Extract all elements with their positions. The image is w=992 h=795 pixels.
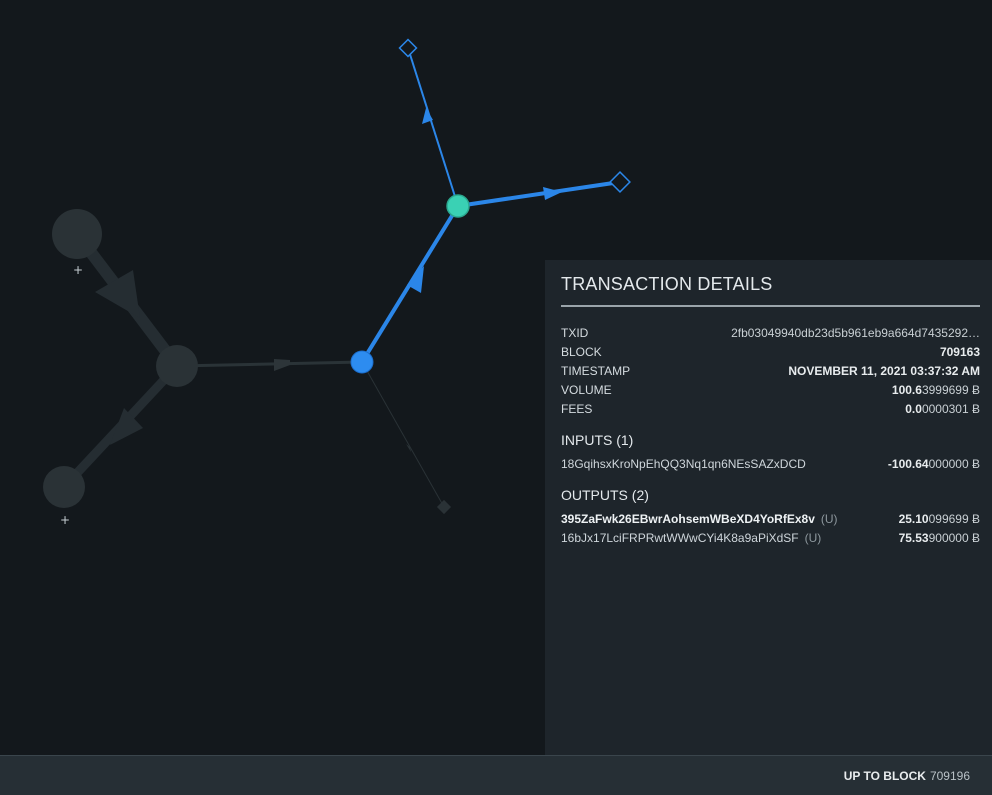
field-volume: VOLUME 100.63999699 Ƀ: [561, 380, 980, 399]
output-diamond-right[interactable]: [609, 171, 631, 193]
field-label: BLOCK: [561, 344, 602, 359]
edge-teal-to-top: [407, 47, 459, 207]
expand-icon-bottom[interactable]: +: [60, 513, 70, 527]
output-amount: 25.10099699 Ƀ: [899, 512, 980, 526]
input-amount-minor: 000000 Ƀ: [928, 456, 980, 471]
input-node-top[interactable]: [52, 209, 102, 259]
field-label: TXID: [561, 325, 589, 340]
field-label: TIMESTAMP: [561, 363, 631, 378]
field-label: VOLUME: [561, 382, 612, 397]
output-amount-minor: 900000 Ƀ: [928, 530, 980, 545]
output-diamond-grey[interactable]: [436, 499, 452, 515]
field-timestamp: TIMESTAMP NOVEMBER 11, 2021 03:37:32 AM: [561, 361, 980, 380]
block-value[interactable]: 709163: [940, 345, 980, 359]
output-row: 395ZaFwk26EBwrAohsemWBeXD4YoRfEx8v (U) 25…: [561, 509, 980, 528]
inputs-heading: INPUTS (1): [561, 432, 634, 448]
inactive-edges: [60, 230, 445, 508]
arrow-blue-to-teal: [407, 266, 424, 293]
block-height-label: UP TO BLOCK: [843, 768, 926, 783]
txid-value[interactable]: 2fb03049940db23d5b961eb9a664d7435292…: [731, 326, 980, 340]
fees-value: 0.00000301 Ƀ: [905, 402, 980, 416]
output-amount: 75.53900000 Ƀ: [899, 531, 980, 545]
tx-node-teal[interactable]: [446, 194, 470, 218]
output-amount-minor: 099699 Ƀ: [928, 511, 980, 526]
field-list: TXID 2fb03049940db23d5b961eb9a664d743529…: [561, 323, 980, 418]
input-address[interactable]: 18GqihsxKroNpEhQQ3Nq1qn6NEsSAZxDCD: [561, 457, 806, 471]
tx-node-grey[interactable]: [156, 345, 198, 387]
unspent-tag: (U): [820, 511, 838, 526]
timestamp-value: NOVEMBER 11, 2021 03:37:32 AM: [788, 363, 980, 378]
output-address-group: 395ZaFwk26EBwrAohsemWBeXD4YoRfEx8v (U): [561, 512, 838, 526]
input-amount-major: -100.64: [887, 456, 929, 471]
tx-node-selected[interactable]: [350, 350, 374, 374]
outputs-heading: OUTPUTS (2): [561, 487, 649, 503]
output-row: 16bJx17LciFRPRwtWWwCYi4K8a9aPiXdSF (U) 75…: [561, 528, 980, 547]
output-node-bottom[interactable]: [43, 466, 85, 508]
arrow-grey-to-blue: [274, 359, 290, 371]
field-txid: TXID 2fb03049940db23d5b961eb9a664d743529…: [561, 323, 980, 342]
arrow-teal-to-right: [543, 187, 562, 200]
output-amount-major: 25.10: [898, 511, 929, 526]
volume-value-minor: 3999699 Ƀ: [921, 382, 980, 397]
unspent-tag: (U): [804, 530, 822, 545]
input-amount: -100.64000000 Ƀ: [888, 457, 980, 471]
output-amount-major: 75.53: [898, 530, 929, 545]
volume-value-major: 100.6: [891, 382, 922, 397]
output-diamond-top[interactable]: [398, 38, 418, 58]
block-height-value: 709196: [929, 768, 970, 783]
fees-value-major: 0.0: [905, 401, 922, 416]
field-fees: FEES 0.00000301 Ƀ: [561, 399, 980, 418]
input-row: 18GqihsxKroNpEhQQ3Nq1qn6NEsSAZxDCD -100.…: [561, 454, 980, 473]
output-address[interactable]: 395ZaFwk26EBwrAohsemWBeXD4YoRfEx8v: [561, 512, 815, 526]
transaction-details-panel: TRANSACTION DETAILS TXID 2fb03049940db23…: [545, 260, 992, 755]
status-bar: UP TO BLOCK 709196: [0, 755, 992, 795]
arrow-input-top: [95, 270, 140, 318]
edge-teal-to-right: [457, 180, 621, 208]
fees-value-minor: 0000301 Ƀ: [921, 401, 980, 416]
field-block: BLOCK 709163: [561, 342, 980, 361]
edge-faint: [361, 361, 445, 508]
panel-title: TRANSACTION DETAILS: [561, 274, 980, 307]
expand-icon-top[interactable]: +: [73, 263, 83, 277]
field-label: FEES: [561, 401, 593, 416]
edge-grey-to-blue: [176, 360, 363, 368]
output-address-group: 16bJx17LciFRPRwtWWwCYi4K8a9aPiXdSF (U): [561, 531, 821, 545]
volume-value: 100.63999699 Ƀ: [892, 383, 980, 397]
output-address[interactable]: 16bJx17LciFRPRwtWWwCYi4K8a9aPiXdSF: [561, 531, 799, 545]
